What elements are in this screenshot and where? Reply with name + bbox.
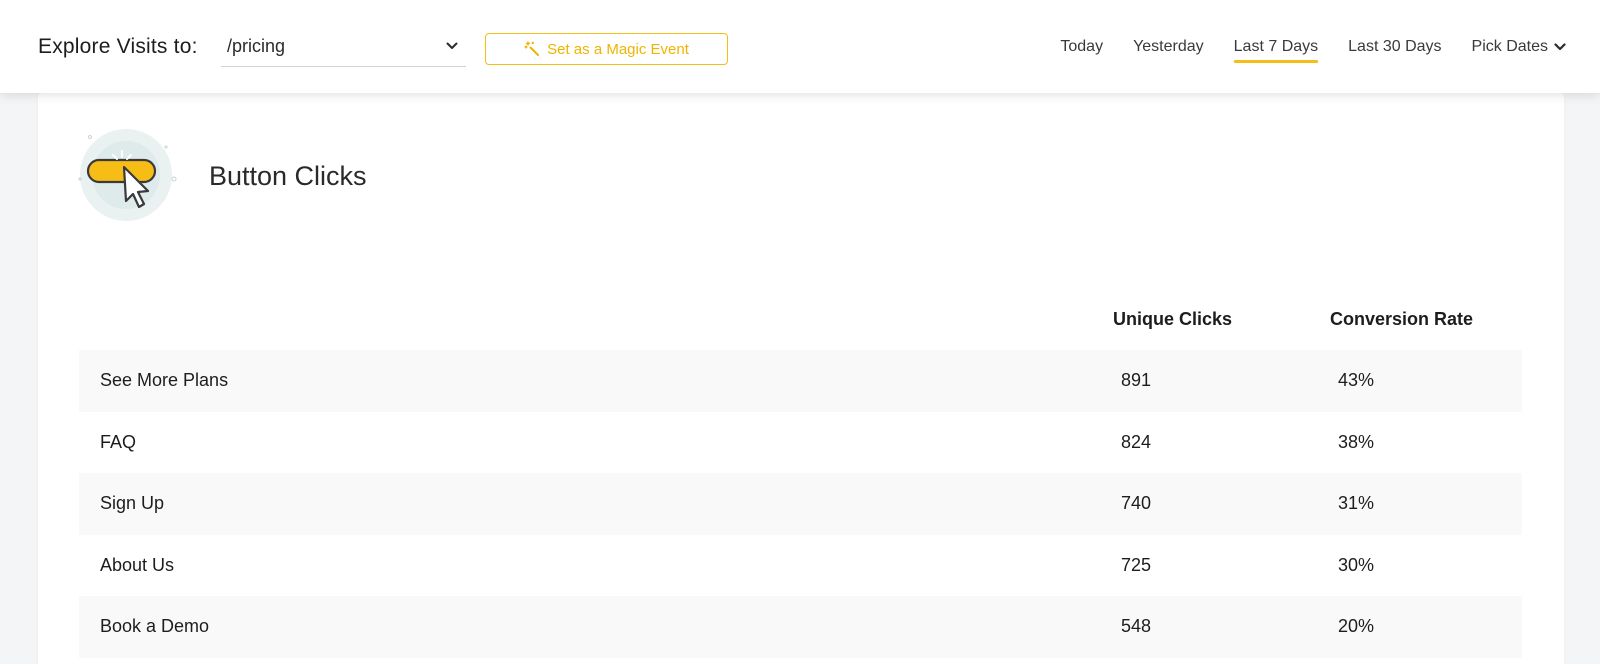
date-range-last-7-days[interactable]: Last 7 Days (1233, 38, 1319, 63)
row-button-name: FAQ (100, 431, 137, 452)
date-range-today[interactable]: Today (1060, 38, 1103, 62)
row-conversion-rate: 38% (1338, 431, 1375, 452)
table-row: Book a Demo 548 20% (79, 596, 1522, 658)
row-unique-clicks: 740 (1121, 493, 1152, 514)
button-clicks-card: Button Clicks Unique Clicks Conversion R… (38, 93, 1564, 664)
table-row: Sign Up 740 31% (79, 473, 1522, 535)
page-select[interactable]: /pricing (221, 32, 466, 67)
row-unique-clicks: 891 (1121, 370, 1152, 391)
top-bar: Explore Visits to: /pricing Set as a Mag… (0, 0, 1600, 93)
column-header-unique-clicks: Unique Clicks (1113, 309, 1233, 329)
date-range-yesterday[interactable]: Yesterday (1133, 38, 1204, 62)
page-select-value: /pricing (227, 35, 286, 56)
row-conversion-rate: 31% (1338, 493, 1375, 514)
explore-visits-label: Explore Visits to: (38, 35, 198, 58)
magic-wand-icon (524, 41, 540, 56)
row-button-name: About Us (100, 554, 175, 575)
row-conversion-rate: 20% (1338, 616, 1375, 637)
row-conversion-rate: 43% (1338, 370, 1375, 391)
set-magic-event-label: Set as a Magic Event (547, 40, 689, 58)
pick-dates-label: Pick Dates (1471, 38, 1548, 55)
row-button-name: Sign Up (100, 493, 165, 514)
set-magic-event-button[interactable]: Set as a Magic Event (485, 33, 728, 65)
table-row: See More Plans 891 43% (79, 350, 1522, 412)
table-row: About Us 725 30% (79, 535, 1522, 597)
date-range-nav: Today Yesterday Last 7 Days Last 30 Days… (1030, 38, 1566, 63)
button-clicks-table: See More Plans 891 43% FAQ 824 38% Sign … (79, 350, 1522, 658)
column-header-conversion-rate: Conversion Rate (1330, 309, 1474, 329)
pick-dates-dropdown[interactable]: Pick Dates (1472, 38, 1566, 62)
row-button-name: Book a Demo (100, 616, 210, 637)
row-button-name: See More Plans (100, 370, 229, 391)
row-unique-clicks: 725 (1121, 554, 1152, 575)
row-conversion-rate: 30% (1338, 554, 1375, 575)
card-title: Button Clicks (209, 161, 367, 191)
button-click-cursor-icon (78, 129, 177, 221)
row-unique-clicks: 824 (1121, 431, 1152, 452)
chevron-down-icon (446, 42, 458, 49)
chevron-down-icon (1554, 43, 1566, 51)
table-row: FAQ 824 38% (79, 412, 1522, 474)
row-unique-clicks: 548 (1121, 616, 1152, 637)
date-range-last-30-days[interactable]: Last 30 Days (1348, 38, 1441, 62)
